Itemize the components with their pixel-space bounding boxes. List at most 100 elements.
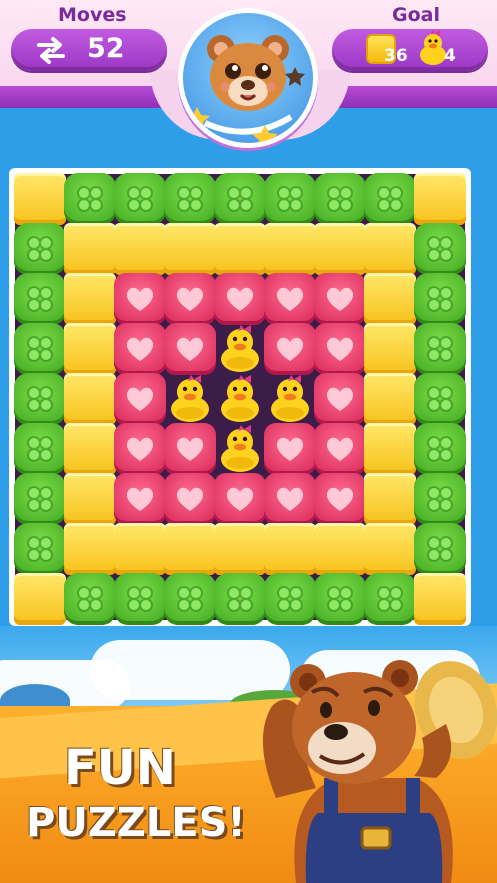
green-clover-tile[interactable] (14, 223, 66, 275)
yellow-block-tile[interactable] (64, 273, 116, 325)
pink-heart-tile[interactable] (114, 423, 166, 475)
yellow-block-tile[interactable] (14, 573, 66, 625)
pink-heart-tile[interactable] (264, 273, 316, 325)
pink-heart-tile[interactable] (314, 273, 366, 325)
pink-heart-tile[interactable] (114, 273, 166, 325)
yellow-block-tile[interactable] (164, 223, 216, 275)
clover-icon (377, 586, 403, 612)
yellow-block-tile[interactable] (114, 523, 166, 575)
yellow-block-tile[interactable] (314, 523, 366, 575)
yellow-block-tile[interactable] (64, 473, 116, 525)
green-clover-tile[interactable] (14, 323, 66, 375)
yellow-block-tile[interactable] (114, 223, 166, 275)
green-clover-tile[interactable] (114, 573, 166, 625)
clover-icon (427, 536, 453, 562)
clover-icon (127, 186, 153, 212)
green-clover-tile[interactable] (64, 173, 116, 225)
yellow-block-tile[interactable] (214, 223, 266, 275)
pink-heart-tile[interactable] (314, 473, 366, 525)
yellow-block-tile[interactable] (264, 223, 316, 275)
bear-avatar[interactable] (178, 8, 318, 148)
green-clover-tile[interactable] (214, 573, 266, 625)
clover-icon (327, 586, 353, 612)
green-clover-tile[interactable] (414, 323, 466, 375)
green-clover-tile[interactable] (364, 573, 416, 625)
green-clover-tile[interactable] (314, 573, 366, 625)
pink-heart-tile[interactable] (114, 323, 166, 375)
yellow-block-tile[interactable] (64, 523, 116, 575)
heart-icon (176, 287, 204, 311)
green-clover-tile[interactable] (214, 173, 266, 225)
yellow-block-tile[interactable] (264, 523, 316, 575)
green-clover-tile[interactable] (64, 573, 116, 625)
yellow-block-tile[interactable] (414, 573, 466, 625)
green-clover-tile[interactable] (14, 523, 66, 575)
pink-heart-tile[interactable] (264, 423, 316, 475)
duck-tile[interactable] (214, 423, 266, 475)
duck-tile[interactable] (214, 323, 266, 375)
yellow-block-tile[interactable] (164, 523, 216, 575)
green-clover-tile[interactable] (264, 573, 316, 625)
yellow-block-tile[interactable] (364, 323, 416, 375)
heart-icon (226, 487, 254, 511)
clover-icon (77, 586, 103, 612)
yellow-block-tile[interactable] (214, 523, 266, 575)
yellow-block-tile[interactable] (364, 473, 416, 525)
green-clover-tile[interactable] (414, 423, 466, 475)
pink-heart-tile[interactable] (264, 473, 316, 525)
yellow-block-tile[interactable] (364, 273, 416, 325)
yellow-block-tile[interactable] (364, 373, 416, 425)
heart-icon (176, 487, 204, 511)
pink-heart-tile[interactable] (314, 323, 366, 375)
clover-icon (27, 286, 53, 312)
pink-heart-tile[interactable] (214, 473, 266, 525)
yellow-block-tile[interactable] (64, 323, 116, 375)
pink-heart-tile[interactable] (164, 473, 216, 525)
goal-panel: 36 4 (332, 29, 488, 71)
green-clover-tile[interactable] (264, 173, 316, 225)
green-clover-tile[interactable] (164, 173, 216, 225)
green-clover-tile[interactable] (414, 223, 466, 275)
green-clover-tile[interactable] (14, 473, 66, 525)
pink-heart-tile[interactable] (164, 273, 216, 325)
clover-icon (127, 586, 153, 612)
green-clover-tile[interactable] (14, 373, 66, 425)
green-clover-tile[interactable] (414, 523, 466, 575)
green-clover-tile[interactable] (364, 173, 416, 225)
heart-icon (126, 487, 154, 511)
clover-icon (427, 386, 453, 412)
yellow-block-tile[interactable] (364, 423, 416, 475)
yellow-block-tile[interactable] (414, 173, 466, 225)
green-clover-tile[interactable] (14, 273, 66, 325)
pink-heart-tile[interactable] (314, 423, 366, 475)
pink-heart-tile[interactable] (114, 473, 166, 525)
duck-tile[interactable] (164, 373, 216, 425)
yellow-block-tile[interactable] (64, 223, 116, 275)
duck-tile[interactable] (214, 373, 266, 425)
yellow-block-tile[interactable] (314, 223, 366, 275)
yellow-block-tile[interactable] (14, 173, 66, 225)
clover-icon (227, 586, 253, 612)
green-clover-tile[interactable] (114, 173, 166, 225)
clover-icon (227, 186, 253, 212)
pink-heart-tile[interactable] (264, 323, 316, 375)
pink-heart-tile[interactable] (164, 423, 216, 475)
heart-icon (326, 487, 354, 511)
green-clover-tile[interactable] (414, 273, 466, 325)
yellow-block-tile[interactable] (364, 523, 416, 575)
yellow-block-tile[interactable] (64, 423, 116, 475)
game-board[interactable] (14, 173, 466, 625)
pink-heart-tile[interactable] (114, 373, 166, 425)
pink-heart-tile[interactable] (214, 273, 266, 325)
yellow-block-tile[interactable] (364, 223, 416, 275)
green-clover-tile[interactable] (414, 373, 466, 425)
pink-heart-tile[interactable] (314, 373, 366, 425)
green-clover-tile[interactable] (414, 473, 466, 525)
yellow-block-tile[interactable] (64, 373, 116, 425)
duck-tile[interactable] (264, 373, 316, 425)
green-clover-tile[interactable] (164, 573, 216, 625)
top-hud: Moves 52 Goal 36 4 (0, 0, 497, 148)
green-clover-tile[interactable] (314, 173, 366, 225)
pink-heart-tile[interactable] (164, 323, 216, 375)
green-clover-tile[interactable] (14, 423, 66, 475)
